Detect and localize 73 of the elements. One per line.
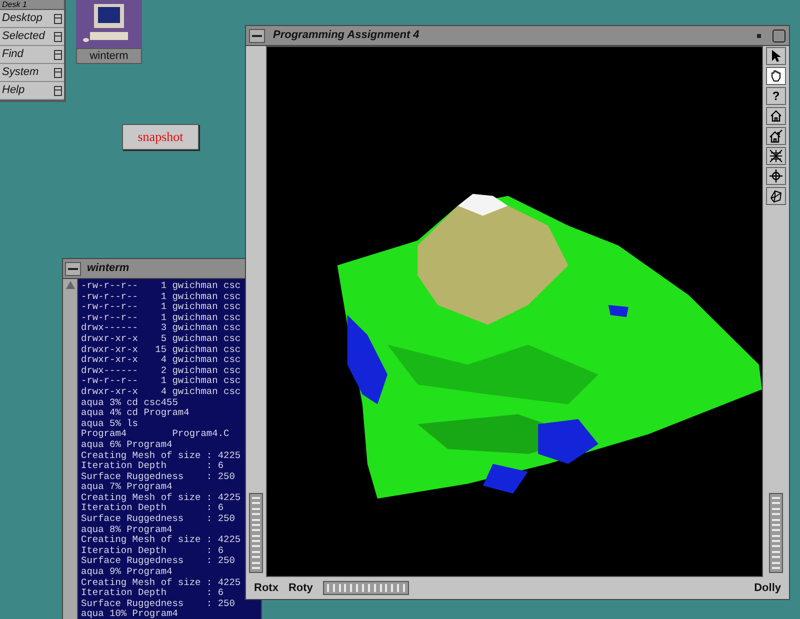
scrollbar[interactable] (63, 279, 78, 619)
up-arrow-icon (66, 281, 74, 289)
drawer-icon (54, 68, 62, 78)
terminal-line: Iteration Depth : 6 (81, 461, 225, 472)
window-title: winterm (87, 261, 130, 276)
terminal-line: aqua 10% Program4 (81, 609, 179, 619)
terminal-line: drwxr-xr-x 4 gwichman csc (81, 386, 242, 398)
terminal-line: drwx------ 3 gwichman csc (81, 323, 242, 334)
cube-icon (769, 189, 783, 203)
viewer-tool-button[interactable]: ? (766, 87, 786, 105)
roty-label: Roty (288, 580, 313, 596)
viewer-tool-button[interactable] (766, 67, 786, 85)
terminal-line: Program4 Program4.C (81, 429, 230, 440)
house-arrow-icon (769, 129, 783, 143)
terminal-line: -rw-r--r-- 1 gwichman csc (81, 312, 242, 323)
viewer-tool-button[interactable] (766, 147, 786, 165)
sunburst-icon (769, 149, 783, 163)
terminal-line: aqua 4% cd Program4 (81, 408, 190, 419)
terminal-line: aqua 9% Program4 (81, 567, 174, 578)
terminal-line: -rw-r--r-- 1 gwichman csc (81, 302, 242, 313)
window-title: Programming Assignment 4 (273, 28, 420, 44)
terminal-line: Surface Ruggedness : 250 (81, 472, 236, 482)
drawer-icon (54, 14, 62, 24)
dolly-thumbwheel[interactable] (769, 493, 783, 573)
terminal-line: Iteration Depth : 6 (81, 546, 225, 556)
drawer-icon (54, 50, 62, 60)
toolchest-item[interactable]: Selected (0, 28, 64, 46)
roty-thumbwheel[interactable] (322, 581, 409, 595)
arrow-pointer-icon (769, 49, 783, 63)
toolchest-item[interactable]: Desktop (0, 10, 64, 28)
viewer-tool-button[interactable] (766, 127, 786, 145)
hand-icon (769, 69, 783, 83)
terminal-line: -rw-r--r-- 1 gwichman csc (81, 292, 242, 302)
drawer-icon (54, 86, 62, 96)
terminal-line: drwxr-xr-x 15 gwichman csc (81, 344, 242, 355)
terminal-line: aqua 8% Program4 (81, 524, 174, 535)
terminal-line: Surface Ruggedness : 250 (81, 556, 236, 568)
rotx-label: Rotx (254, 580, 278, 596)
rotx-thumbwheel[interactable] (249, 493, 263, 573)
drawer-icon (54, 32, 62, 42)
viewer-tool-button[interactable] (766, 47, 786, 65)
terminal-line: Creating Mesh of size : 4225 (81, 492, 242, 503)
house-icon (769, 109, 783, 123)
terminal-line: Creating Mesh of size : 4225 (81, 450, 242, 461)
terminal-line: aqua 7% Program4 (81, 482, 174, 493)
terminal-line: -rw-r--r-- 1 gwichman csc (81, 281, 242, 292)
crosshair-icon (769, 169, 783, 183)
terminal-line: Surface Ruggedness : 250 (81, 598, 236, 610)
viewer-tool-button[interactable] (766, 107, 786, 125)
toolchest-item[interactable]: System (0, 64, 64, 82)
terminal-line: aqua 6% Program4 (81, 440, 174, 450)
terminal-line: aqua 5% ls (81, 418, 140, 430)
terminal-line: -rw-r--r-- 1 gwichman csc (81, 376, 242, 387)
viewer-tool-button[interactable] (766, 167, 786, 185)
maximize-icon[interactable] (772, 28, 786, 42)
window-menu-icon[interactable] (65, 262, 81, 276)
computer-icon[interactable] (76, 0, 142, 48)
viewer-tool-button[interactable] (766, 187, 786, 205)
question-mark-icon: ? (772, 90, 780, 102)
terminal-line: Creating Mesh of size : 4225 (81, 535, 242, 546)
dolly-label: Dolly (754, 580, 781, 596)
window-menu-icon[interactable] (249, 28, 265, 42)
icon-label: winterm (76, 48, 142, 64)
terminal-line: aqua 3% cd csc455 (81, 398, 179, 408)
terminal-line: drwxr-xr-x 4 gwichman csc (81, 355, 242, 366)
terminal-line: Iteration Depth : 6 (81, 503, 225, 514)
toolchest-title: Desk 1 (1, 0, 27, 9)
terminal-line: drwx------ 2 gwichman csc (81, 366, 242, 376)
toolchest-item[interactable]: Help (0, 82, 64, 100)
terminal-line: Iteration Depth : 6 (81, 588, 225, 599)
terminal-line: drwxr-xr-x 5 gwichman csc (81, 334, 242, 345)
terminal-line: Surface Ruggedness : 250 (81, 514, 236, 525)
toolchest-item[interactable]: Find (0, 46, 64, 64)
